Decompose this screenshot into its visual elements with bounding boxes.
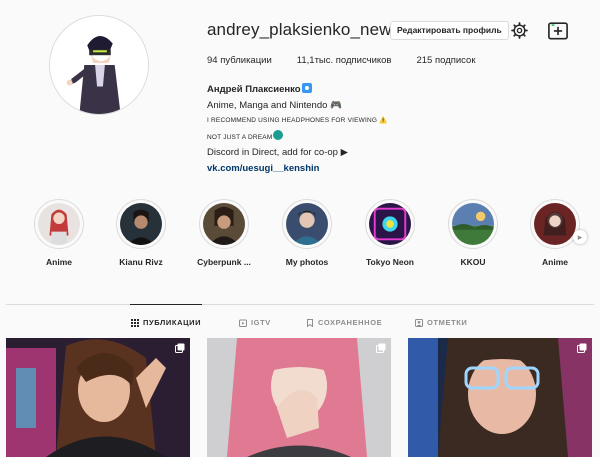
profile-username: andrey_plaksienko_new xyxy=(207,20,392,39)
globe-icon xyxy=(273,129,284,140)
avatar-image xyxy=(50,16,148,114)
chevron-right-icon[interactable]: ▸ xyxy=(573,230,587,244)
highlight-label: Kianu Rivz xyxy=(119,257,163,267)
highlight-label: KKOU xyxy=(460,257,486,267)
profile-stats: 94 публикации 11,1тыс. подписчиков 215 п… xyxy=(207,55,500,66)
highlight-label: Tokyo Neon xyxy=(365,257,414,267)
tab-label: СОХРАНЕННОЕ xyxy=(318,318,383,327)
igtv-tab-icon xyxy=(239,319,247,327)
followers-count[interactable]: 11,1тыс. подписчиков xyxy=(297,55,392,66)
highlight-cover xyxy=(452,203,494,245)
highlight-cover xyxy=(38,203,80,245)
post-image xyxy=(408,338,592,457)
bio-link[interactable]: vk.com/uesugi__kenshin xyxy=(207,161,387,177)
highlight-item[interactable]: Kianu Rivz xyxy=(106,199,176,267)
tab-saved[interactable]: СОХРАНЕННОЕ xyxy=(306,318,382,327)
tab-tagged[interactable]: ОТМЕТКИ xyxy=(415,318,467,327)
post-image xyxy=(207,338,391,457)
story-highlights: Anime Kianu Rivz Cyberpunk ... My photos… xyxy=(0,199,600,279)
bio-line: Discord in Direct, add for co-op ▶ xyxy=(207,147,348,158)
tab-posts[interactable]: ПУБЛИКАЦИИ xyxy=(131,318,201,327)
post-thumbnail[interactable] xyxy=(408,338,592,457)
carousel-icon xyxy=(376,343,386,353)
highlight-item[interactable]: My photos xyxy=(272,199,342,267)
highlight-cover xyxy=(286,203,328,245)
carousel-icon xyxy=(175,343,185,353)
carousel-icon xyxy=(577,343,587,353)
highlight-cover xyxy=(534,203,576,245)
tab-label: IGTV xyxy=(251,318,271,327)
tabs-divider xyxy=(6,304,594,305)
edit-profile-button[interactable]: Редактировать профиль xyxy=(390,21,509,40)
highlight-item[interactable]: Cyberpunk ... xyxy=(189,199,259,267)
bookmark-icon xyxy=(307,318,313,327)
post-thumbnail[interactable] xyxy=(207,338,391,457)
verified-icon xyxy=(301,83,312,93)
active-tab-indicator xyxy=(130,304,202,305)
post-thumbnail[interactable] xyxy=(6,338,190,457)
highlight-item[interactable]: Anime xyxy=(24,199,94,267)
highlight-cover xyxy=(203,203,245,245)
highlight-item[interactable]: Tokyo Neon xyxy=(355,199,425,267)
posts-count: 94 публикации xyxy=(207,55,272,66)
highlight-label: Cyberpunk ... xyxy=(197,257,251,267)
tab-label: ОТМЕТКИ xyxy=(427,318,468,327)
grid-icon xyxy=(131,318,139,327)
gear-icon[interactable] xyxy=(511,22,528,39)
bio-line: NOT JUST A DREAM xyxy=(207,133,273,141)
highlight-label: Anime xyxy=(542,257,568,267)
tab-igtv[interactable]: IGTV xyxy=(239,318,271,327)
highlight-item[interactable]: KKOU xyxy=(438,199,508,267)
igtv-icon[interactable] xyxy=(548,21,568,40)
bio-line: Anime, Manga and Nintendo 🎮 xyxy=(207,99,342,111)
tag-icon xyxy=(415,318,423,327)
profile-avatar[interactable] xyxy=(49,15,149,115)
posts-grid xyxy=(6,338,594,457)
post-image xyxy=(6,338,190,457)
tab-label: ПУБЛИКАЦИИ xyxy=(143,318,202,327)
profile-tabs: ПУБЛИКАЦИИ IGTV СОХРАНЕННОЕ ОТМЕТКИ xyxy=(0,318,600,330)
profile-full-name: Андрей Плаксиенко xyxy=(207,84,301,95)
bio-line: I RECOMMEND USING HEADPHONES FOR VIEWING… xyxy=(207,117,388,124)
highlight-cover xyxy=(369,203,411,245)
highlight-cover xyxy=(120,203,162,245)
highlight-label: My photos xyxy=(285,257,329,267)
profile-bio: Андрей Плаксиенко Anime, Manga and Ninte… xyxy=(207,82,387,176)
highlight-label: Anime xyxy=(46,257,72,267)
following-count[interactable]: 215 подписок xyxy=(416,55,475,66)
